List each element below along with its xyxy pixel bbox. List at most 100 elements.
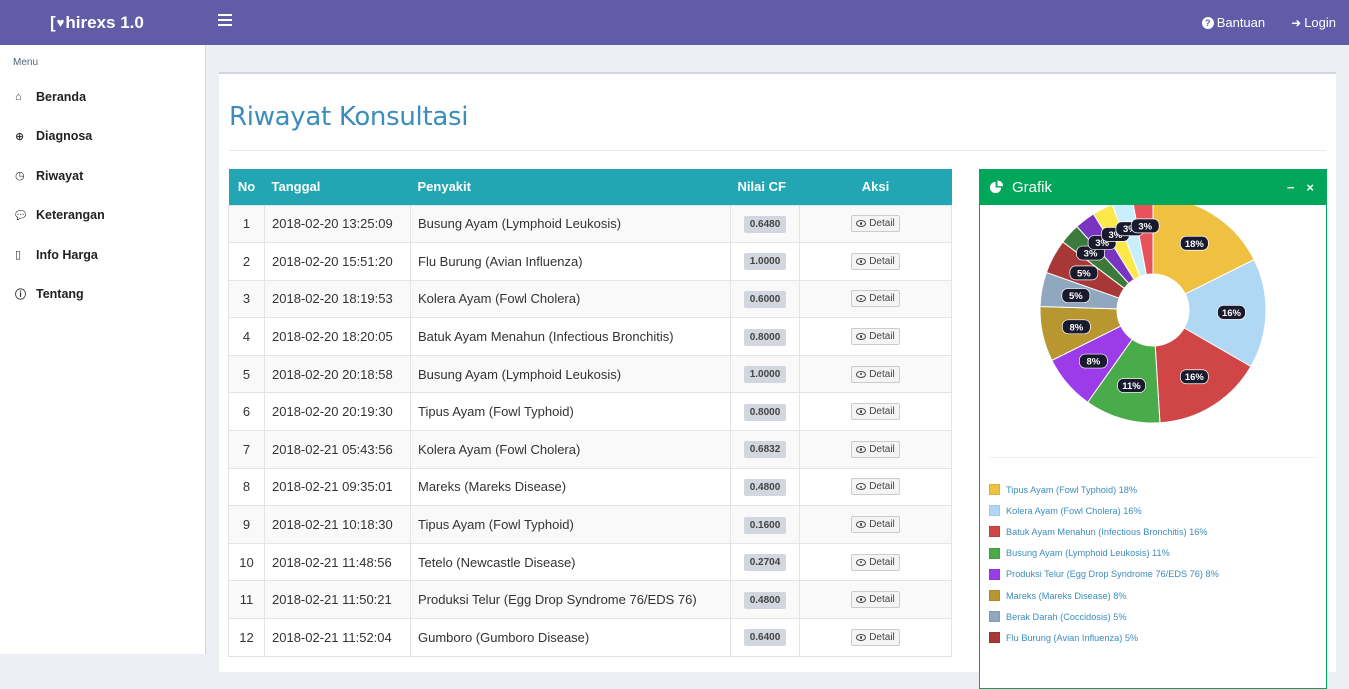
sidebar-item-riwayat[interactable]: ◷ Riwayat <box>0 156 205 196</box>
table-row: 2 2018-02-20 15:51:20 Flu Burung (Avian In… <box>228 242 952 281</box>
legend-item: Berak Darah (Coccidosis) 5% <box>989 606 1319 627</box>
pie-label-text: 11% <box>1122 381 1141 392</box>
top-links: ? Bantuan ➜ Login <box>1201 0 1336 45</box>
search-plus-icon: ⊕ <box>15 130 25 143</box>
history-table: No Tanggal Penyakit Nilai CF Aksi 1 2018-… <box>228 169 952 657</box>
legend-swatch <box>989 526 1000 538</box>
sidebar-item-label: Tentang <box>36 287 84 302</box>
minimize-button[interactable]: − <box>1287 180 1295 195</box>
detail-label: Detail <box>869 293 895 305</box>
pie-slice-label: 3% <box>1130 218 1160 234</box>
table-row: 5 2018-02-20 20:18:58 Busung Ayam (Lymphoi… <box>228 354 952 394</box>
detail-button[interactable]: Detail <box>851 516 900 534</box>
row-aksi: Detail <box>799 392 952 432</box>
table-row: 1 2018-02-20 13:25:09 Busung Ayam (Lymphoi… <box>228 204 952 244</box>
eye-icon <box>856 633 867 641</box>
row-nilai-cf: 0.6480 <box>730 204 800 244</box>
help-link[interactable]: ? Bantuan <box>1201 15 1266 30</box>
legend-swatch <box>989 505 1000 517</box>
sidebar-item-keterangan[interactable]: 💬 Keterangan <box>0 196 205 236</box>
legend-swatch <box>989 568 1000 580</box>
col-header-penyakit: Penyakit <box>410 169 731 205</box>
detail-button[interactable]: Detail <box>851 553 900 571</box>
pie-label-text: 8% <box>1069 322 1083 333</box>
detail-button[interactable]: Detail <box>851 215 900 233</box>
pie-chart-icon <box>989 179 1004 193</box>
detail-button[interactable]: Detail <box>851 478 900 496</box>
detail-button[interactable]: Detail <box>851 290 900 308</box>
legend-label: Busung Ayam (Lymphoid Leukosis) 11% <box>1006 548 1170 559</box>
sidebar-item-diagnosa[interactable]: ⊕ Diagnosa <box>0 117 205 157</box>
detail-label: Detail <box>869 519 895 531</box>
eye-icon <box>856 408 867 416</box>
sidebar: Menu ⌂ Beranda ⊕ Diagnosa ◷ Riwayat 💬 Ke… <box>0 45 206 654</box>
legend-label: Flu Burung (Avian Influenza) 5% <box>1006 632 1139 643</box>
row-no: 4 <box>228 317 265 356</box>
close-button[interactable]: × <box>1306 180 1314 195</box>
eye-icon <box>856 295 867 303</box>
detail-button[interactable]: Detail <box>851 440 900 458</box>
row-tanggal: 2018-02-20 15:51:20 <box>264 242 411 281</box>
col-header-aksi: Aksi <box>799 169 952 205</box>
row-no: 1 <box>228 204 265 244</box>
clock-icon: ◷ <box>15 170 25 183</box>
detail-label: Detail <box>869 443 895 455</box>
row-tanggal: 2018-02-21 10:18:30 <box>264 505 411 544</box>
sidebar-item-label: Beranda <box>36 89 87 104</box>
row-no: 11 <box>228 580 265 620</box>
detail-button[interactable]: Detail <box>851 365 900 383</box>
info-icon: ⓘ <box>15 289 26 302</box>
sidebar-item-label: Info Harga <box>36 247 98 262</box>
cf-badge: 0.8000 <box>743 403 787 421</box>
chart-legend: Tipus Ayam (Fowl Typhoid) 18% Kolera Ayam… <box>989 479 1319 649</box>
row-penyakit: Batuk Ayam Menahun (Infectious Bronchiti… <box>410 317 731 356</box>
legend-item: Produksi Telur (Egg Drop Syndrome 76/EDS… <box>989 564 1319 585</box>
row-penyakit: Flu Burung (Avian Influenza) <box>410 242 731 281</box>
legend-item: Flu Burung (Avian Influenza) 5% <box>989 627 1319 648</box>
legend-swatch <box>989 611 1000 623</box>
detail-button[interactable]: Detail <box>851 252 900 270</box>
row-nilai-cf: 1.0000 <box>730 354 800 394</box>
table-body: 1 2018-02-20 13:25:09 Busung Ayam (Lymphoi… <box>228 204 952 657</box>
sidebar-item-beranda[interactable]: ⌂ Beranda <box>0 77 205 117</box>
comment-icon: 💬 <box>15 209 27 220</box>
row-aksi: Detail <box>799 467 952 507</box>
cf-badge: 0.6832 <box>743 441 787 459</box>
detail-button[interactable]: Detail <box>851 403 900 421</box>
brand-prefix: [ <box>50 12 56 32</box>
detail-button[interactable]: Detail <box>851 628 900 646</box>
login-link[interactable]: ➜ Login <box>1291 15 1336 30</box>
sidebar-toggle-button[interactable] <box>218 14 232 28</box>
sidebar-item-info-harga[interactable]: ▯ Info Harga <box>0 235 205 275</box>
row-penyakit: Tipus Ayam (Fowl Typhoid) <box>410 392 731 432</box>
pie-label-text: 3% <box>1138 221 1152 232</box>
table-row: 6 2018-02-20 20:19:30 Tipus Ayam (Fowl Typ… <box>228 392 952 432</box>
detail-button[interactable]: Detail <box>851 328 900 346</box>
row-nilai-cf: 0.4800 <box>730 467 800 507</box>
detail-button[interactable]: Detail <box>851 591 900 609</box>
row-penyakit: Mareks (Mareks Disease) <box>410 467 731 507</box>
eye-icon <box>856 370 867 378</box>
help-label: Bantuan <box>1216 15 1266 30</box>
row-nilai-cf: 0.8000 <box>730 317 800 356</box>
cf-badge: 0.1600 <box>743 516 787 534</box>
brand-logo[interactable]: [ ♥ hirexs 1.0 <box>0 0 205 45</box>
detail-label: Detail <box>869 331 895 343</box>
row-tanggal: 2018-02-20 18:20:05 <box>264 317 411 356</box>
pie-label-text: 8% <box>1087 357 1101 368</box>
pie-label-text: 5% <box>1077 268 1091 279</box>
sidebar-item-tentang[interactable]: ⓘ Tentang <box>0 275 205 315</box>
legend-item: Kolera Ayam (Fowl Cholera) 16% <box>989 500 1319 521</box>
row-no: 12 <box>228 618 265 657</box>
row-nilai-cf: 0.4800 <box>730 580 800 620</box>
sidebar-item-label: Keterangan <box>36 208 105 223</box>
cf-badge: 0.4800 <box>743 591 787 609</box>
box-tools: − × <box>1287 180 1326 195</box>
legend-swatch <box>989 484 1000 496</box>
row-penyakit: Tipus Ayam (Fowl Typhoid) <box>410 505 731 544</box>
cf-badge: 1.0000 <box>743 366 787 384</box>
table-row: 10 2018-02-21 11:48:56 Tetelo (Newcastle D… <box>228 542 952 582</box>
eye-icon <box>856 257 867 265</box>
row-penyakit: Produksi Telur (Egg Drop Syndrome 76/EDS… <box>410 580 731 620</box>
row-penyakit: Gumboro (Gumboro Disease) <box>410 618 731 657</box>
